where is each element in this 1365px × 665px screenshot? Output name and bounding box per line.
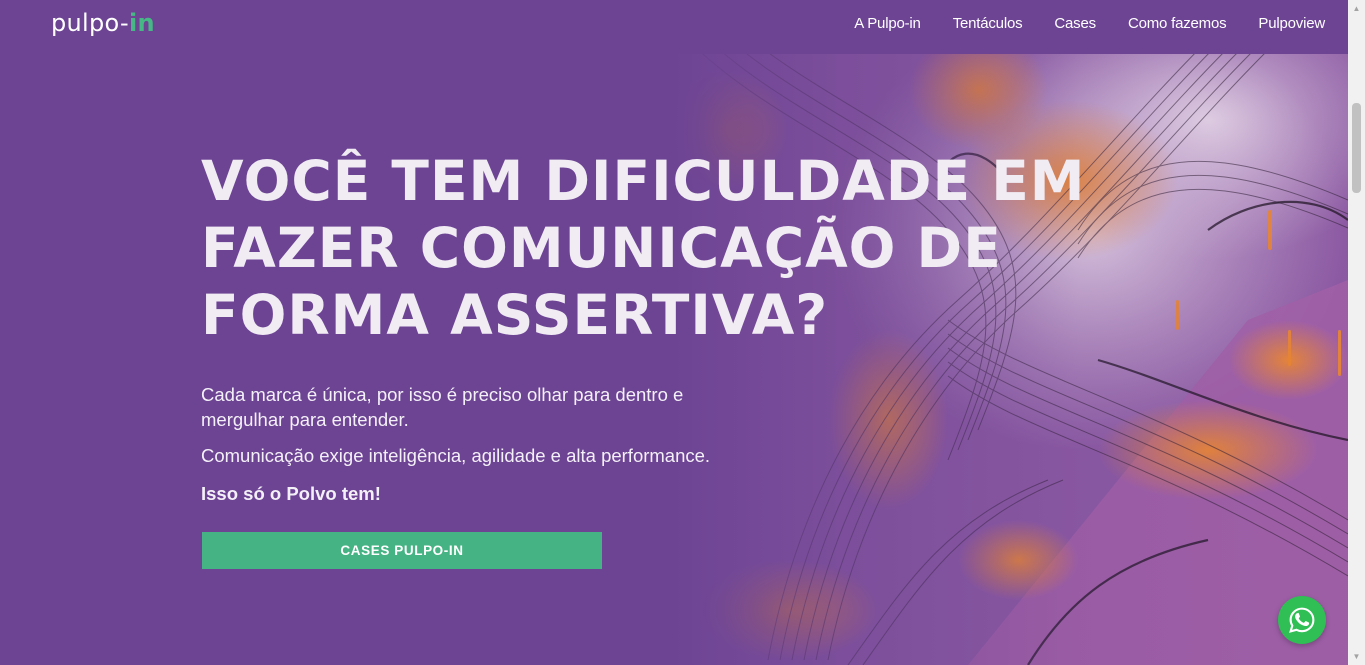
hero-paragraph-2: Comunicação exige inteligência, agilidad… — [201, 445, 711, 466]
whatsapp-icon — [1289, 607, 1315, 633]
hero-title-line-1: VOCÊ TEM DIFICULDADE EM — [201, 149, 1086, 213]
cases-pulpo-in-button[interactable]: CASES PULPO-IN — [202, 532, 602, 569]
scroll-down-arrow-icon[interactable]: ▼ — [1348, 648, 1365, 665]
nav-a-pulpo-in[interactable]: A Pulpo-in — [854, 15, 921, 32]
hero-paragraph-3: Isso só o Polvo tem! — [201, 483, 381, 504]
pulpo-in-logo[interactable]: pulpo-in — [51, 9, 155, 37]
hero-title: VOCÊ TEM DIFICULDADE EM FAZER COMUNICAÇÃ… — [201, 148, 1161, 349]
logo-accent: in — [128, 9, 155, 37]
nav-tentaculos[interactable]: Tentáculos — [953, 15, 1023, 32]
vertical-scrollbar[interactable]: ▲ ▼ — [1348, 0, 1365, 665]
page: pulpo-in A Pulpo-in Tentáculos Cases Com… — [0, 0, 1348, 665]
main-nav: A Pulpo-in Tentáculos Cases Como fazemos… — [854, 15, 1325, 32]
whatsapp-button[interactable] — [1278, 596, 1326, 644]
scrollbar-thumb[interactable] — [1352, 103, 1361, 193]
logo-text: pulpo- — [51, 9, 129, 37]
site-header: pulpo-in A Pulpo-in Tentáculos Cases Com… — [0, 0, 1348, 54]
nav-cases[interactable]: Cases — [1054, 15, 1096, 32]
scroll-up-arrow-icon[interactable]: ▲ — [1348, 0, 1365, 17]
hero-title-line-2: FAZER COMUNICAÇÃO DE — [201, 216, 1002, 280]
nav-como-fazemos[interactable]: Como fazemos — [1128, 15, 1227, 32]
hero-paragraph-1: Cada marca é única, por isso é preciso o… — [201, 384, 684, 430]
hero-title-line-3: FORMA ASSERTIVA? — [201, 283, 829, 347]
nav-pulpoview[interactable]: Pulpoview — [1258, 15, 1325, 32]
